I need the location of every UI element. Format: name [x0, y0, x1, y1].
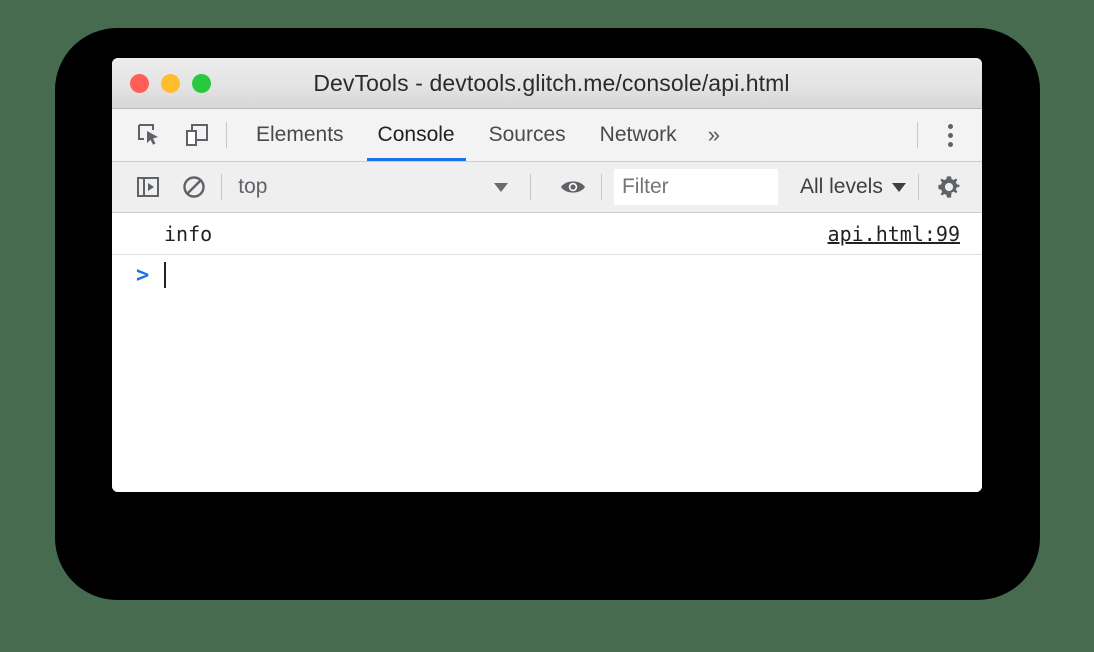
console-message-row[interactable]: info api.html:99: [112, 213, 982, 255]
maximize-window-button[interactable]: [192, 73, 211, 93]
console-message-area[interactable]: info api.html:99 >: [112, 213, 982, 492]
toolbar-divider: [917, 122, 918, 148]
kebab-dot: [947, 123, 953, 129]
tab-label: Sources: [488, 123, 566, 146]
inspect-element-icon[interactable]: [132, 118, 166, 152]
show-console-sidebar-icon[interactable]: [132, 170, 164, 204]
chevron-down-icon: [494, 182, 509, 192]
tabs-overflow-icon[interactable]: »: [694, 109, 734, 161]
window-title: DevTools - devtools.glitch.me/console/ap…: [313, 69, 790, 96]
prompt-text-caret: [164, 262, 166, 288]
execution-context-selector[interactable]: top: [234, 170, 518, 204]
toolbar-divider: [530, 174, 532, 200]
filter-input[interactable]: [613, 169, 778, 205]
tab-label: Network: [599, 123, 677, 146]
devtools-tabbar: Elements Console Sources Network »: [112, 109, 982, 162]
device-toolbar-icon[interactable]: [180, 118, 214, 152]
tab-label: Elements: [256, 123, 344, 146]
clear-console-icon[interactable]: [178, 170, 210, 204]
tab-network[interactable]: Network: [583, 109, 694, 161]
prompt-arrow-icon: >: [136, 262, 150, 288]
tab-console[interactable]: Console: [361, 109, 472, 161]
kebab-dot: [947, 132, 953, 138]
execution-context-value: top: [238, 175, 268, 198]
console-toolbar: top All levels: [112, 162, 982, 213]
chevron-down-icon: [891, 182, 906, 192]
console-message-source-link[interactable]: api.html:99: [828, 222, 960, 246]
console-message-text: info: [164, 221, 213, 246]
close-window-button[interactable]: [130, 73, 149, 93]
window-titlebar: DevTools - devtools.glitch.me/console/ap…: [112, 58, 982, 109]
log-level-selector[interactable]: All levels: [800, 175, 906, 199]
tab-label: Console: [377, 123, 455, 146]
tab-sources[interactable]: Sources: [472, 109, 583, 161]
toolbar-divider: [917, 174, 919, 200]
log-level-label: All levels: [799, 175, 883, 198]
console-prompt-row[interactable]: >: [112, 255, 982, 295]
toolbar-divider: [226, 122, 227, 148]
toolbar-divider: [601, 174, 602, 200]
overflow-label: »: [707, 122, 720, 147]
tab-elements[interactable]: Elements: [239, 109, 361, 161]
toolbar-divider: [221, 174, 223, 200]
traffic-lights: [130, 73, 211, 93]
kebab-dot: [947, 141, 953, 147]
settings-gear-icon[interactable]: [931, 167, 968, 207]
devtools-window: DevTools - devtools.glitch.me/console/ap…: [112, 58, 982, 492]
create-live-expression-icon[interactable]: [557, 170, 589, 204]
minimize-window-button[interactable]: [161, 73, 180, 93]
kebab-menu-icon[interactable]: [930, 115, 970, 155]
